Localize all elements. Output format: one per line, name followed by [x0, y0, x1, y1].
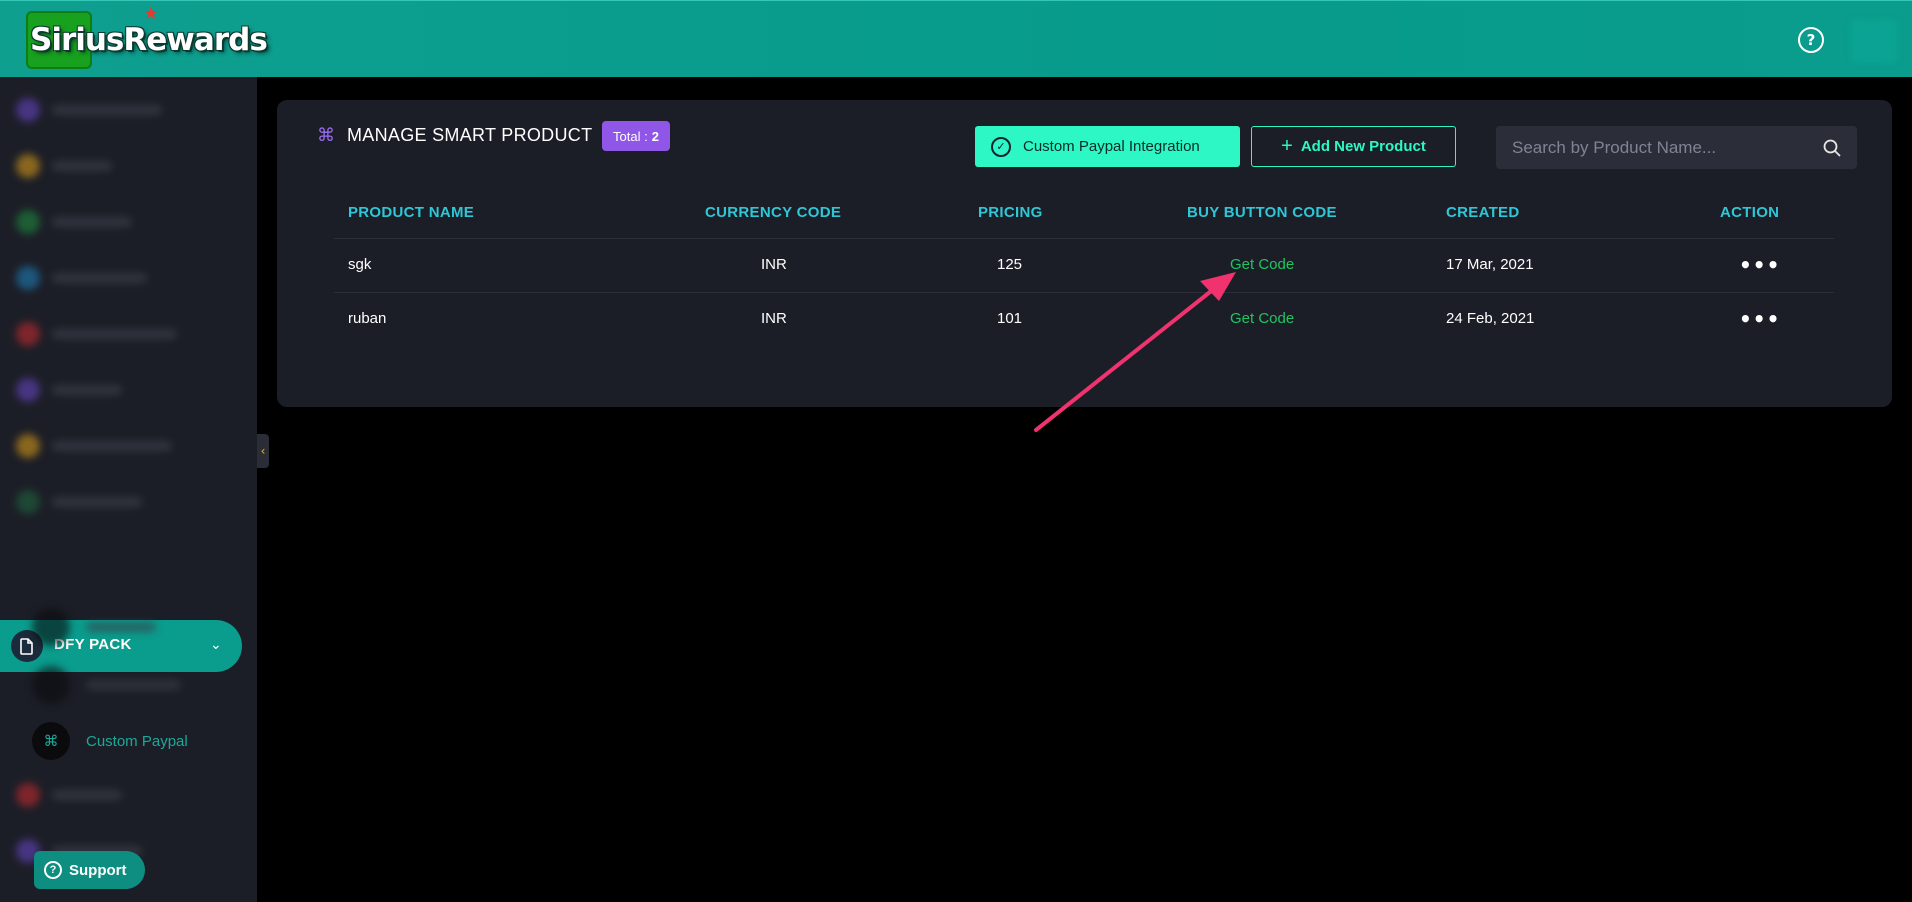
sidebar-item-blurred[interactable]	[16, 93, 216, 127]
sidebar-collapse-handle[interactable]: ‹	[257, 434, 269, 468]
table-cell-product-name: sgk	[348, 256, 372, 273]
product-card: ⌘ MANAGE SMART PRODUCT Total : 2 ✓ Custo…	[277, 100, 1892, 407]
chevron-down-icon: ⌄	[210, 637, 222, 653]
sidebar-subitem-custom-paypal[interactable]: ⌘ Custom Paypal	[32, 722, 188, 760]
sidebar-item-blurred[interactable]	[16, 485, 216, 519]
table-cell-currency: INR	[761, 256, 787, 273]
page-title-text: MANAGE SMART PRODUCT	[347, 125, 593, 145]
sidebar-item-blurred[interactable]	[16, 317, 216, 351]
top-bar: SiriusRewards ★ ?	[0, 0, 1912, 77]
sidebar-subitem-blurred[interactable]	[32, 666, 181, 704]
table-divider	[334, 292, 1834, 293]
table-cell-created: 24 Feb, 2021	[1446, 310, 1535, 327]
logo[interactable]: SiriusRewards ★	[26, 5, 268, 69]
add-button-label: Add New Product	[1300, 138, 1426, 155]
search-icon[interactable]	[1822, 138, 1842, 158]
sidebar-item-blurred[interactable]	[16, 429, 216, 463]
table-cell-currency: INR	[761, 310, 787, 327]
get-code-link[interactable]: Get Code	[1230, 310, 1294, 327]
help-circle-icon[interactable]: ?	[1798, 27, 1824, 53]
sidebar: DFY PACK ⌄ ⌘ Custom Paypal ? Support	[0, 77, 257, 902]
column-header-currency-code[interactable]: CURRENCY CODE	[705, 204, 841, 221]
sidebar-item-blurred[interactable]	[16, 205, 216, 239]
sidebar-item-blurred[interactable]	[16, 778, 216, 812]
custom-paypal-integration-button[interactable]: ✓ Custom Paypal Integration	[975, 126, 1240, 167]
sidebar-subitem-label: Custom Paypal	[86, 732, 188, 750]
sidebar-subitem-blurred[interactable]	[32, 608, 156, 646]
table-cell-pricing: 125	[997, 256, 1023, 273]
help-circle-icon: ?	[44, 861, 62, 879]
command-icon: ⌘	[317, 125, 335, 146]
logo-text: SiriusRewards	[30, 22, 268, 58]
column-header-created[interactable]: CREATED	[1446, 204, 1520, 221]
paypal-button-label: Custom Paypal Integration	[1023, 138, 1200, 155]
more-actions-icon[interactable]: •••	[1739, 255, 1780, 275]
more-actions-icon[interactable]: •••	[1739, 309, 1780, 329]
table-cell-pricing: 101	[997, 310, 1023, 327]
table-cell-product-name: ruban	[348, 310, 387, 327]
column-header-buy-button-code[interactable]: BUY BUTTON CODE	[1187, 204, 1337, 221]
total-badge: Total : 2	[602, 121, 670, 151]
get-code-link[interactable]: Get Code	[1230, 256, 1294, 273]
search-input[interactable]	[1512, 126, 1812, 169]
table-divider	[334, 238, 1834, 239]
sidebar-item-blurred[interactable]	[16, 149, 216, 183]
table-cell-created: 17 Mar, 2021	[1446, 256, 1534, 273]
check-circle-icon: ✓	[991, 136, 1011, 157]
column-header-pricing[interactable]: PRICING	[978, 204, 1043, 221]
sidebar-item-blurred[interactable]	[16, 261, 216, 295]
total-label: Total :	[613, 128, 648, 144]
add-new-product-button[interactable]: + Add New Product	[1251, 126, 1456, 167]
column-header-action: ACTION	[1720, 204, 1780, 221]
star-icon: ★	[143, 3, 160, 24]
search-box	[1496, 126, 1857, 169]
support-button[interactable]: ? Support	[34, 851, 145, 889]
total-value: 2	[651, 128, 659, 144]
plus-icon: +	[1281, 135, 1293, 157]
support-label: Support	[69, 861, 127, 879]
avatar[interactable]	[1850, 19, 1898, 63]
page-title: ⌘ MANAGE SMART PRODUCT	[317, 125, 592, 146]
command-icon: ⌘	[32, 722, 70, 760]
sidebar-item-blurred[interactable]	[16, 373, 216, 407]
column-header-product-name[interactable]: PRODUCT NAME	[348, 204, 474, 221]
